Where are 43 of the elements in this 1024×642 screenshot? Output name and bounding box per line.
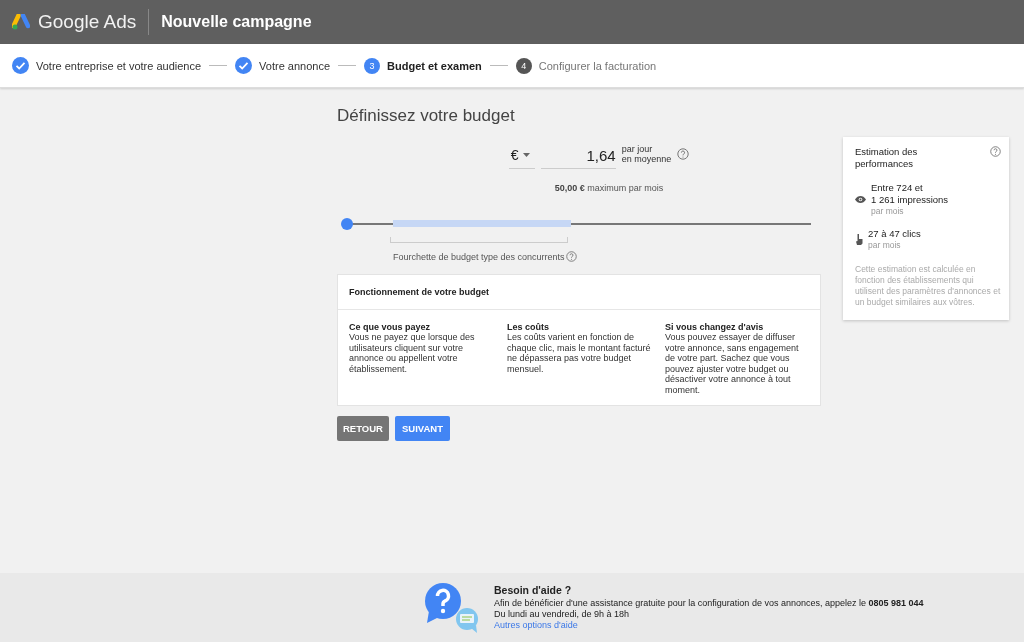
caret-icon <box>522 153 530 157</box>
column-heading: Si vous changez d'avis <box>665 322 765 332</box>
logo-icon <box>12 14 30 30</box>
column-text: Vous pouvez essayer de diffuser votre annonce, sans engagement de votre part. Sachez que vous pouvez ajuster votre budget ou désactiver votre annonce à tout moment. <box>665 332 800 395</box>
help-icon[interactable] <box>565 251 577 262</box>
section-title: Définissez votre budget <box>337 106 516 126</box>
card-title: Fonctionnement de votre budget <box>338 275 820 310</box>
metric-period: par mois <box>871 206 905 216</box>
step-number: 4 <box>515 57 532 74</box>
step-label[interactable]: Configurer la facturation <box>538 59 657 72</box>
column-heading: Ce que vous payez <box>349 322 432 332</box>
back-button[interactable]: RETOUR <box>337 416 389 441</box>
metric-value: 27 à 47 clics <box>868 228 921 240</box>
help-title: Besoin d'aide ? <box>494 584 573 596</box>
metric-period: par mois <box>868 240 902 250</box>
eye-icon <box>855 195 866 203</box>
budget-slider[interactable] <box>341 217 811 231</box>
help-chat-icon <box>423 580 479 635</box>
metric-value: Entre 724 et 1 261 impressions <box>871 182 949 206</box>
step-number: 3 <box>364 57 381 74</box>
monthly-maximum: 50,00 € maximum par mois <box>553 183 665 193</box>
help-icon[interactable] <box>990 146 1001 157</box>
range-label: Fourchette de budget type des concurrents <box>393 251 565 262</box>
column-heading: Les coûts <box>507 322 550 332</box>
next-button[interactable]: SUIVANT <box>394 416 450 441</box>
column-text: Les coûts varient en fonction de chaque clic, mais le montant facturé ne dépassera pas votre budget mensuel. <box>507 332 651 374</box>
pointer-hand-icon <box>855 233 863 245</box>
estimate-note: Cette estimation est calculée en fonction des établissements qui utilisent des paramètres d'annonces et un budget similaires aux vôtres. <box>855 264 1001 308</box>
slider-thumb[interactable] <box>341 218 353 230</box>
step-label[interactable]: Votre annonce <box>259 59 331 72</box>
help-hours: Du lundi au vendredi, de 9h à 18h <box>494 608 631 620</box>
step-label[interactable]: Budget et examen <box>387 59 482 72</box>
help-options-link[interactable]: Autres options d'aide <box>494 619 578 630</box>
column-text: Vous ne payez que lorsque des utilisateurs cliquent sur votre annonce ou appellent votre établissement. <box>349 332 476 374</box>
help-text: Afin de bénéficier d'une assistance gratuite pour la configuration de vos annonces, appelez le 0805 981 044 <box>494 597 924 609</box>
amount-unit: par jour en moyenne <box>621 143 672 164</box>
amount-field[interactable]: 1,64 <box>540 142 616 169</box>
page-title: Nouvelle campagne <box>161 13 312 31</box>
estimate-title: Estimation des performances <box>855 146 919 170</box>
help-icon[interactable] <box>677 148 690 160</box>
currency-dropdown[interactable]: € <box>508 142 535 169</box>
product-name: Google Ads <box>38 9 150 35</box>
step-label[interactable]: Votre entreprise et votre audience <box>36 59 202 72</box>
